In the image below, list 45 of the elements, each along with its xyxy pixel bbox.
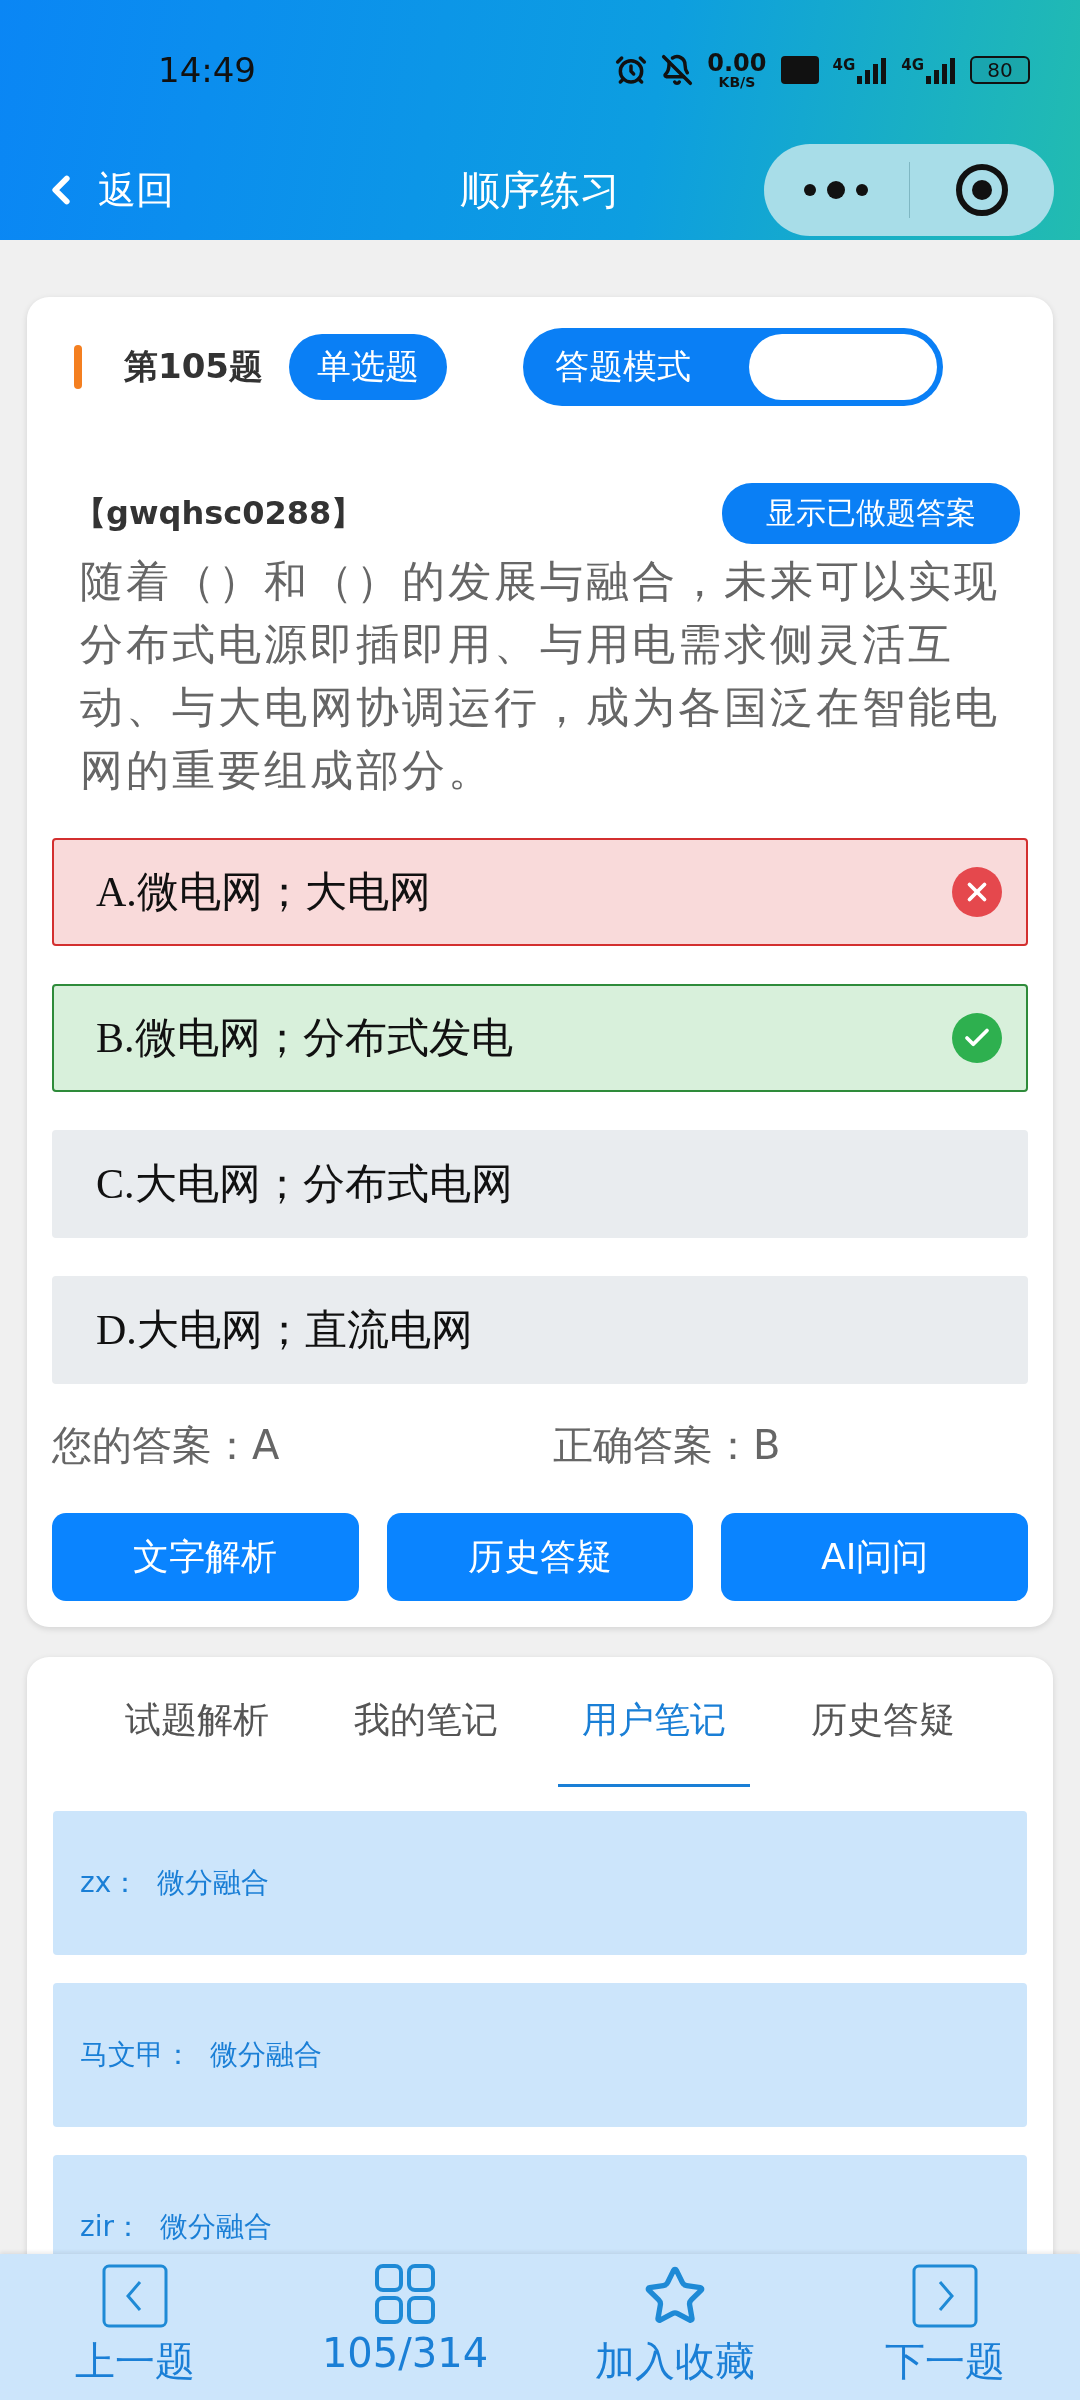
grid-icon: [375, 2264, 435, 2324]
speed-unit: KB/S: [718, 75, 756, 89]
your-answer: 您的答案：A: [52, 1421, 281, 1470]
question-type-badge: 单选题: [289, 334, 447, 400]
bottom-nav-item[interactable]: 上一题: [0, 2254, 270, 2400]
answer-option[interactable]: C.大电网；分布式电网: [52, 1130, 1028, 1238]
tab[interactable]: 试题解析: [101, 1657, 294, 1787]
question-text: 随着（）和（）的发展与融合，未来可以实现分布式电源即插即用、与用电需求侧灵活互动、与大电网协调运行，成为各国泛在智能电网的重要组成部分。: [80, 555, 1001, 797]
action-button[interactable]: 历史答疑: [386, 1513, 694, 1601]
signal-icon: [857, 56, 888, 84]
back-button[interactable]: 返回: [38, 164, 174, 216]
answer-option[interactable]: B.微电网；分布式发电: [52, 984, 1028, 1092]
network-type: 4G: [832, 56, 856, 74]
accent-bar: [74, 345, 82, 389]
status-time: 14:49: [158, 50, 256, 90]
bottom-nav-item[interactable]: 加入收藏: [540, 2254, 810, 2400]
target-icon: [953, 162, 1010, 218]
note-text: 马文甲： 微分融合: [80, 2037, 322, 2073]
answer-option[interactable]: A.微电网；大电网: [52, 838, 1028, 946]
note-text: zx： 微分融合: [80, 1865, 270, 1901]
bottom-nav-item[interactable]: 下一题: [810, 2254, 1080, 2400]
signal-icon: [926, 56, 956, 84]
answer-mode-toggle[interactable]: 答题模式: [523, 328, 943, 406]
battery-level: 80: [970, 56, 1030, 84]
question-code: 【gwqhsc0288】: [74, 492, 364, 534]
correct-answer: 正确答案：B: [553, 1421, 781, 1470]
check-icon: [952, 1013, 1002, 1063]
network-type: 4G: [901, 56, 924, 74]
tab[interactable]: 历史答疑: [786, 1657, 979, 1787]
action-button[interactable]: AI问问: [721, 1513, 1028, 1601]
network-speed: 0.00: [707, 51, 767, 75]
note-text: zir： 微分融合: [80, 2209, 272, 2245]
bottom-nav-item[interactable]: 105/314: [270, 2254, 540, 2400]
question-number: 第105题: [124, 345, 263, 388]
chevron-right-icon: [912, 2264, 978, 2328]
show-answers-button[interactable]: 显示已做题答案: [722, 483, 1020, 544]
answer-option[interactable]: D.大电网；直流电网: [52, 1276, 1028, 1384]
bell-off-icon: [661, 54, 694, 86]
alarm-icon: [615, 54, 648, 86]
chevron-left-icon: [102, 2264, 168, 2328]
close-icon: [952, 867, 1002, 917]
action-button[interactable]: 文字解析: [52, 1513, 359, 1601]
tab[interactable]: 用户笔记: [558, 1657, 751, 1787]
page-title: 顺序练习: [460, 165, 620, 215]
tab[interactable]: 我的笔记: [329, 1657, 522, 1787]
